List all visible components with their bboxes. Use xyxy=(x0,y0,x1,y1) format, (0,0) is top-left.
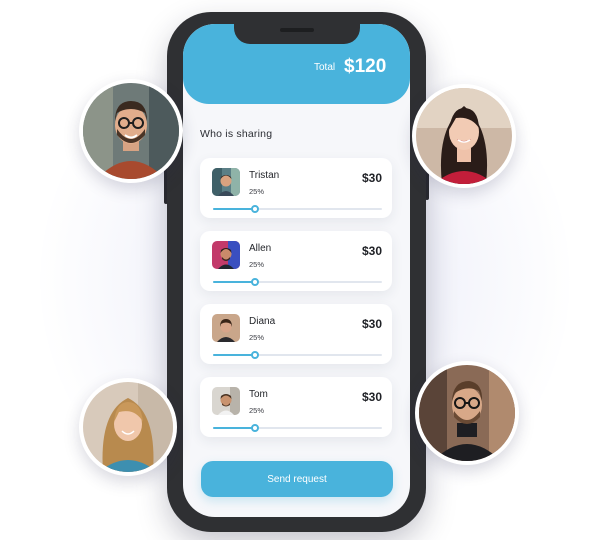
share-slider[interactable] xyxy=(213,205,382,213)
share-slider-handle[interactable] xyxy=(251,351,260,359)
participant-percent: 25% xyxy=(249,406,265,415)
phone-speaker xyxy=(280,28,314,32)
share-slider-handle[interactable] xyxy=(251,278,260,286)
floating-avatar-man-glasses xyxy=(79,79,183,183)
send-request-button[interactable]: Send request xyxy=(201,461,393,497)
share-slider[interactable] xyxy=(213,278,382,286)
share-slider-fill xyxy=(213,354,256,356)
floating-avatar-woman-red xyxy=(412,84,516,188)
participant-photo xyxy=(212,241,240,269)
participant-photo xyxy=(212,168,240,196)
total-amount: $120 xyxy=(344,56,387,77)
participant-amount: $30 xyxy=(361,244,382,258)
participant-percent: 25% xyxy=(249,187,265,196)
phone-notch xyxy=(234,24,360,44)
participant-card-diana: Diana 25% $30 xyxy=(200,304,392,364)
section-title: Who is sharing xyxy=(200,128,273,140)
share-slider-fill xyxy=(213,208,256,210)
participant-amount: $30 xyxy=(361,390,382,404)
participant-amount: $30 xyxy=(361,317,382,331)
share-slider-fill xyxy=(213,427,256,429)
participant-card-tom: Tom 25% $30 xyxy=(200,377,392,437)
share-slider[interactable] xyxy=(213,351,382,359)
participant-card-allen: Allen 25% $30 xyxy=(200,231,392,291)
participant-photo xyxy=(212,387,240,415)
participant-name: Allen xyxy=(249,243,272,254)
share-slider-fill xyxy=(213,281,256,283)
floating-avatar-woman-blonde xyxy=(79,378,177,476)
participant-photo xyxy=(212,314,240,342)
participant-percent: 25% xyxy=(249,333,265,342)
share-slider[interactable] xyxy=(213,424,382,432)
participant-card-tristan: Tristan 25% $30 xyxy=(200,158,392,218)
participant-name: Tristan xyxy=(249,170,280,181)
share-slider-handle[interactable] xyxy=(251,205,260,213)
participant-name: Tom xyxy=(249,389,268,400)
floating-avatar-man-turtleneck xyxy=(415,361,519,465)
participant-percent: 25% xyxy=(249,260,265,269)
share-slider-handle[interactable] xyxy=(251,424,260,432)
participant-name: Diana xyxy=(249,316,276,327)
participant-amount: $30 xyxy=(361,171,382,185)
total-label: Total xyxy=(314,62,336,73)
